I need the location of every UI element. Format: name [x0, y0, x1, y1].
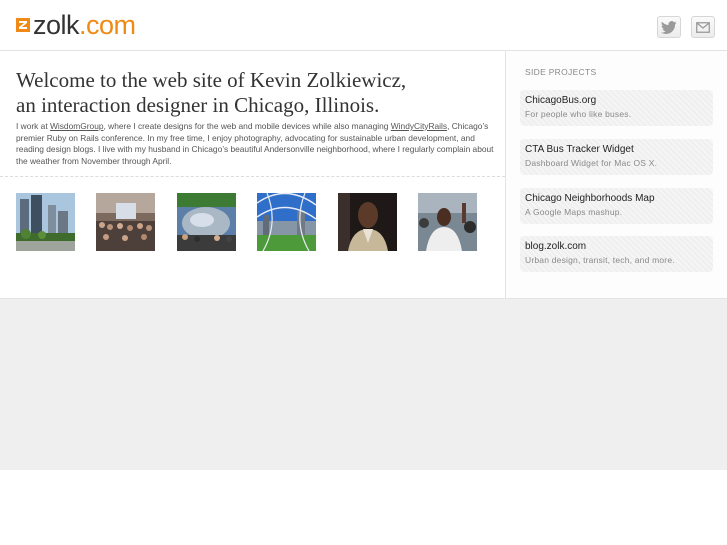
- welcome-line-1: Welcome to the web site of Kevin Zolkiew…: [16, 68, 407, 92]
- bio-text-1: I work at: [16, 121, 50, 131]
- photo-pavilion-image: [256, 192, 317, 252]
- logo-text: zolk.com: [33, 9, 136, 41]
- page: zolk.com Welcome to the web site of Kevi…: [0, 0, 727, 545]
- photo-thumbnail-1[interactable]: [16, 193, 75, 251]
- side-project-desc: Urban design, transit, tech, and more.: [525, 255, 675, 265]
- site-logo[interactable]: zolk.com: [16, 9, 136, 41]
- side-projects-heading: SIDE PROJECTS: [525, 67, 597, 77]
- sidebar: SIDE PROJECTS ChicagoBus.org For people …: [506, 51, 727, 298]
- windycityrails-link[interactable]: WindyCityRails: [391, 121, 447, 131]
- bio-paragraph: I work at WisdomGroup, where I create de…: [16, 121, 502, 167]
- photo-thumbnail-3[interactable]: [177, 193, 236, 251]
- photo-park-image: [16, 193, 75, 251]
- welcome-line-2: an interaction designer in Chicago, Illi…: [16, 93, 380, 117]
- side-project-title: blog.zolk.com: [525, 241, 587, 252]
- photo-cloud-gate-image: [177, 193, 236, 251]
- wisdomgroup-link[interactable]: WisdomGroup: [50, 121, 104, 131]
- side-project-desc: For people who like buses.: [525, 109, 632, 119]
- welcome-heading: Welcome to the web site of Kevin Zolkiew…: [16, 68, 496, 118]
- bio-text-2: , where I create designs for the web and…: [103, 121, 391, 131]
- footer-band: [0, 298, 727, 471]
- photo-thumbnail-6[interactable]: [418, 193, 477, 251]
- envelope-icon: [696, 21, 710, 33]
- photo-thumbnail-5[interactable]: [338, 193, 397, 251]
- side-project-desc: A Google Maps mashup.: [525, 207, 623, 217]
- page-bottom: [0, 470, 727, 545]
- twitter-bird-icon: [661, 20, 677, 34]
- side-project-title: Chicago Neighborhoods Map: [525, 193, 655, 204]
- side-project-desc: Dashboard Widget for Mac OS X.: [525, 158, 658, 168]
- side-project-chicagobus[interactable]: ChicagoBus.org For people who like buses…: [520, 90, 713, 126]
- twitter-button[interactable]: [657, 16, 681, 38]
- side-project-bus-tracker[interactable]: CTA Bus Tracker Widget Dashboard Widget …: [520, 139, 713, 175]
- logo-name: zolk: [33, 10, 80, 40]
- photo-thumbnail-4[interactable]: [256, 192, 317, 252]
- side-project-title: CTA Bus Tracker Widget: [525, 144, 634, 155]
- logo-tld: .com: [79, 10, 136, 40]
- side-project-blog[interactable]: blog.zolk.com Urban design, transit, tec…: [520, 236, 713, 272]
- photo-portrait-image: [338, 193, 397, 251]
- email-button[interactable]: [691, 16, 715, 38]
- site-header: zolk.com: [0, 0, 727, 51]
- side-project-neighborhoods-map[interactable]: Chicago Neighborhoods Map A Google Maps …: [520, 188, 713, 224]
- photo-crowd-image: [96, 193, 155, 251]
- main-content: Welcome to the web site of Kevin Zolkiew…: [0, 51, 506, 298]
- photo-celebration-image: [418, 193, 477, 251]
- side-project-title: ChicagoBus.org: [525, 95, 597, 106]
- photo-thumbnail-2[interactable]: [96, 193, 155, 251]
- section-divider: [0, 176, 505, 177]
- logo-mark-icon: [16, 18, 30, 32]
